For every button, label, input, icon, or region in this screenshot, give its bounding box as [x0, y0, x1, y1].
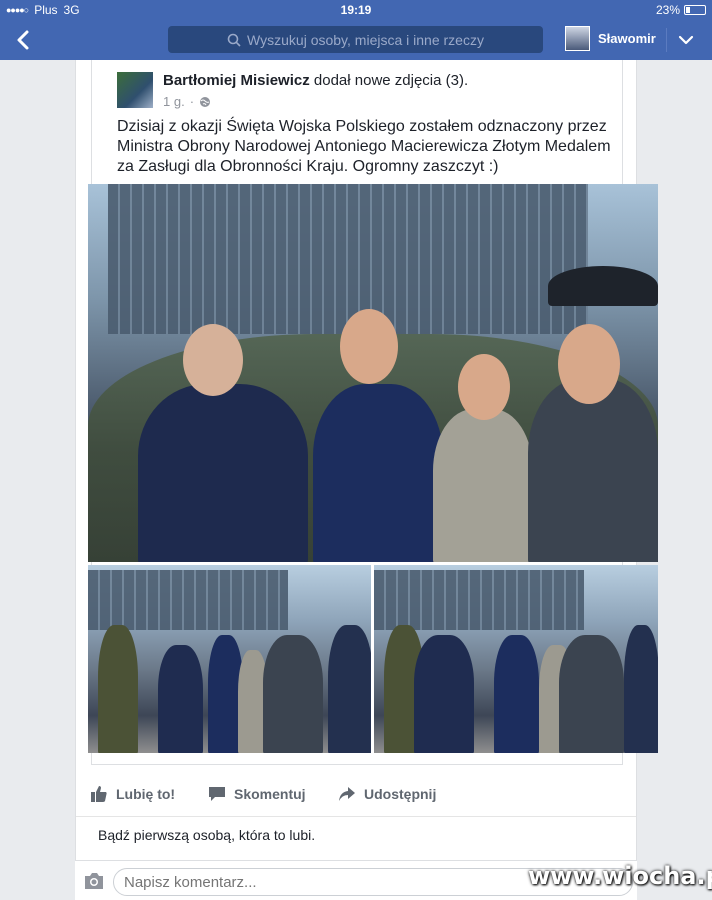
share-button[interactable]: Udostępnij	[338, 785, 436, 803]
post-actions: Lubię to! Skomentuj Udostępnij	[76, 775, 636, 815]
chevron-left-icon	[17, 30, 29, 50]
photo-person	[328, 625, 371, 753]
photo-person	[414, 635, 474, 753]
post-meta: 1 g. ·	[163, 94, 211, 109]
back-button[interactable]	[10, 26, 38, 54]
photo-person	[263, 635, 323, 753]
chevron-down-icon	[678, 35, 694, 45]
share-icon	[339, 787, 355, 801]
post-photo-3[interactable]	[374, 565, 658, 753]
meta-separator: ·	[189, 94, 195, 109]
nav-bar: Wyszukuj osoby, miejsca i inne rzeczy Sł…	[0, 20, 712, 60]
photo-head	[558, 324, 620, 404]
globe-icon	[200, 96, 211, 107]
photo-head	[458, 354, 510, 420]
post-photo-main[interactable]	[88, 184, 658, 562]
thumbs-up-icon	[91, 786, 107, 802]
photo-person	[158, 645, 203, 753]
battery-percent: 23%	[655, 3, 680, 17]
menu-button[interactable]	[676, 30, 696, 50]
post-card: Bartłomiej Misiewicz dodał nowe zdjęcia …	[75, 60, 658, 860]
search-input[interactable]: Wyszukuj osoby, miejsca i inne rzeczy	[168, 26, 543, 53]
search-icon	[227, 33, 241, 47]
post-header: Bartłomiej Misiewicz dodał nowe zdjęcia …	[163, 72, 468, 89]
battery-fill	[686, 7, 691, 13]
photo-person	[98, 625, 138, 753]
post-action: dodał nowe zdjęcia (3).	[313, 72, 469, 89]
photo-head	[340, 309, 398, 384]
battery-icon	[684, 5, 706, 15]
photo-person	[559, 635, 624, 753]
photo-person	[624, 625, 658, 753]
photo-officer-cap	[548, 266, 658, 306]
status-bar: ●●●●○ Plus 3G 19:19 23%	[0, 0, 712, 20]
comment-icon	[209, 787, 225, 801]
avatar	[565, 26, 590, 51]
search-placeholder: Wyszukuj osoby, miejsca i inne rzeczy	[247, 31, 484, 48]
photo-building	[108, 184, 588, 334]
comment-button[interactable]: Skomentuj	[208, 785, 306, 803]
photo-head	[183, 324, 243, 396]
author-avatar[interactable]	[117, 72, 153, 108]
photo-person-minister	[138, 384, 308, 562]
post-photo-2[interactable]	[88, 565, 371, 753]
camera-icon[interactable]	[83, 871, 105, 891]
photo-person-officer	[528, 379, 658, 562]
watermark: www.wiocha.pl	[528, 862, 712, 890]
likes-summary: Bądź pierwszą osobą, która to lubi.	[76, 816, 636, 853]
author-name[interactable]: Bartłomiej Misiewicz	[163, 72, 310, 89]
share-label: Udostępnij	[364, 786, 437, 802]
photo-person-woman	[433, 409, 533, 562]
comment-label: Skomentuj	[234, 786, 306, 802]
shared-post: Bartłomiej Misiewicz dodał nowe zdjęcia …	[88, 60, 658, 765]
photo-building	[374, 570, 584, 630]
post-text: Dzisiaj z okazji Święta Wojska Polskiego…	[117, 118, 611, 175]
battery-info: 23%	[656, 3, 706, 17]
like-label: Lubię to!	[116, 786, 176, 802]
clock: 19:19	[340, 3, 372, 17]
profile-name: Sławomir	[598, 31, 656, 46]
post-time[interactable]: 1 g.	[163, 94, 185, 109]
photo-person	[494, 635, 539, 753]
like-button[interactable]: Lubię to!	[90, 785, 175, 803]
photo-person-recipient	[313, 384, 443, 562]
nav-divider	[666, 28, 667, 52]
profile-link[interactable]: Sławomir	[565, 26, 656, 51]
photo-building	[88, 570, 288, 630]
